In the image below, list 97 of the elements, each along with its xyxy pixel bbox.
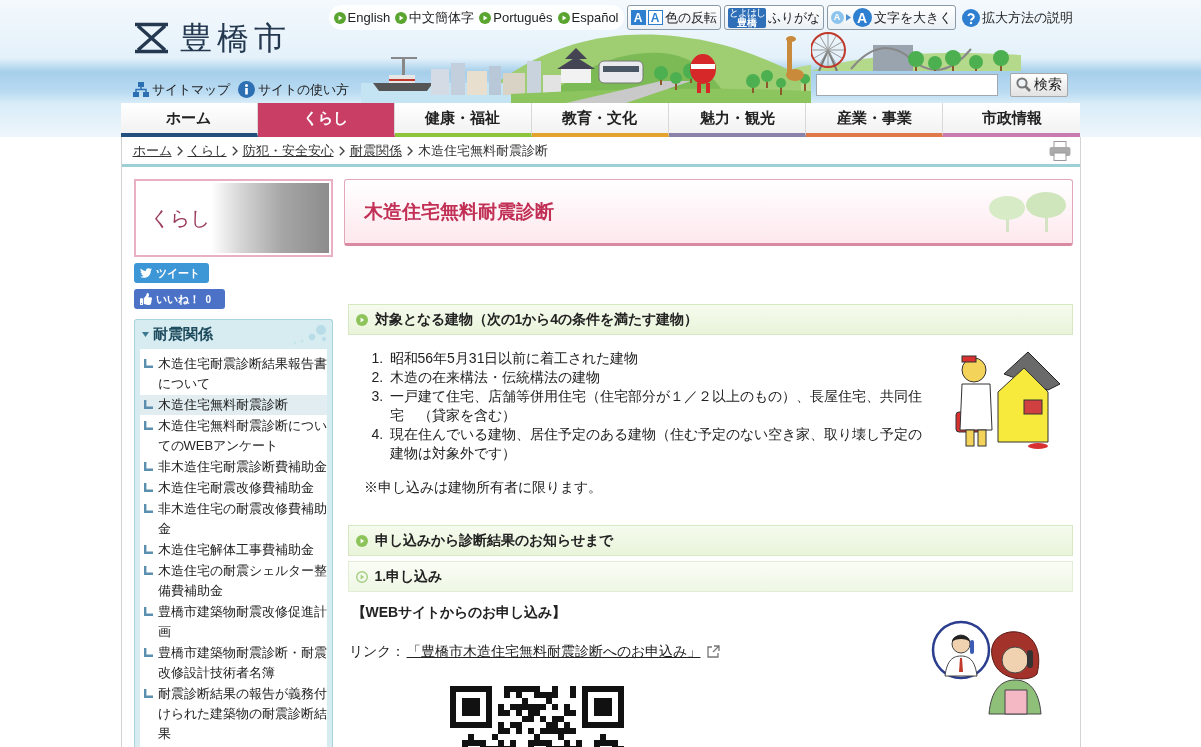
zoom-help-link[interactable]: 拡大方法の説明	[958, 5, 1076, 30]
section-heading: 対象となる建物（次の1から4の条件を満たす建物）	[374, 310, 699, 329]
bubbles-icon	[292, 324, 327, 345]
web-application-label: 【WEBサイトからのお申し込み】	[351, 603, 567, 622]
play-circle-icon	[479, 11, 492, 24]
nav-tab[interactable]: ホーム	[120, 103, 258, 137]
reading-text: とよはし	[728, 7, 765, 18]
corner-icon	[143, 689, 153, 698]
category-banner[interactable]: くらし	[133, 179, 333, 257]
subsection-heading: 1.申し込み	[374, 567, 443, 586]
nav-tab[interactable]: 魅力・観光	[669, 103, 807, 137]
nav-tab[interactable]: くらし	[257, 103, 395, 137]
chevron-right-icon	[231, 145, 238, 156]
chevron-right-icon	[338, 145, 345, 156]
search-icon	[1015, 77, 1031, 92]
search-button[interactable]: 検索	[1009, 72, 1068, 97]
search-field[interactable]	[815, 73, 998, 96]
menu-item[interactable]: 木造住宅耐震改修費補助金	[139, 478, 327, 498]
nav-tab[interactable]: 教育・文化	[531, 103, 670, 137]
menu-item[interactable]: 耐震診断結果の報告が義務付けられた建築物の耐震診断結果	[139, 684, 327, 744]
breadcrumb-link[interactable]: くらし	[187, 141, 227, 160]
menu-item[interactable]: 木造住宅無料耐震診断	[139, 395, 327, 415]
breadcrumb-link[interactable]: 防犯・安全安心	[242, 141, 334, 160]
arrow-right-icon	[845, 14, 851, 21]
language-link[interactable]: Português	[479, 10, 553, 25]
menu-item[interactable]: 非木造住宅耐震診断費補助金	[139, 457, 327, 477]
list-number: 2.	[371, 368, 385, 387]
kanji-text: 豊橋	[736, 17, 757, 28]
info-icon	[237, 81, 255, 98]
menu-item[interactable]: 豊橋市建築物耐震改修促進計画	[139, 602, 327, 642]
list-text: 現在住んでいる建物、居住予定のある建物（住む予定のない空き家、取り壊し予定の建物は対象外です）	[389, 425, 923, 463]
menu-item[interactable]: 木造住宅耐震診断結果報告書について	[139, 354, 327, 394]
external-link-icon	[706, 645, 720, 658]
language-link[interactable]: English	[333, 10, 391, 25]
nav-tab[interactable]: 市政情報	[943, 103, 1081, 137]
corner-icon	[143, 607, 153, 616]
note-text: ※申し込みは建物所有者に限ります。	[363, 478, 603, 497]
play-circle-icon	[395, 11, 408, 24]
list-text: 昭和56年5月31日以前に着工された建物	[389, 349, 640, 368]
corner-icon	[143, 648, 153, 657]
corner-icon	[143, 359, 153, 368]
list-text: 一戸建て住宅、店舗等併用住宅（住宅部分が１／２以上のもの）、長屋住宅、共同住宅 （貸家を含む）	[389, 387, 923, 425]
trees-icon	[987, 191, 1066, 232]
like-button[interactable]: いいね！ 0	[133, 289, 225, 309]
thumbs-up-icon	[139, 293, 152, 305]
list-number: 1.	[371, 349, 385, 368]
corner-icon	[143, 421, 153, 430]
application-link[interactable]: 「豊橋市木造住宅無料耐震診断へのお申込み」	[406, 642, 701, 661]
list-number: 3.	[371, 387, 385, 406]
sitemap-link[interactable]: サイトマップ	[132, 80, 230, 99]
corner-icon	[143, 566, 153, 575]
city-emblem-icon	[132, 22, 170, 54]
arrow-circle-icon	[355, 313, 368, 326]
breadcrumb-link[interactable]: 耐震関係	[349, 141, 402, 160]
corner-icon	[143, 483, 153, 492]
like-count: 0	[205, 293, 212, 305]
menu-item[interactable]: 非木造住宅の耐震改修費補助金	[139, 499, 327, 539]
play-circle-icon	[333, 11, 346, 24]
language-link[interactable]: Español	[557, 10, 619, 25]
menu-item[interactable]: 豊橋市建築物耐震診断・耐震改修設計技術者名簿	[139, 643, 327, 683]
menu-item[interactable]: 木造住宅の耐震シェルター整備費補助金	[139, 561, 327, 601]
nav-tab[interactable]: 産業・事業	[806, 103, 944, 137]
chevron-right-icon	[176, 145, 183, 156]
caret-down-icon	[141, 332, 149, 337]
banner-title: くらし	[148, 205, 211, 231]
help-icon	[961, 8, 980, 27]
breadcrumb-link[interactable]: ホーム	[132, 141, 172, 160]
play-circle-icon	[557, 11, 570, 24]
list-number: 4.	[371, 425, 385, 444]
section-heading: 申し込みから診断結果のお知らせまで	[374, 531, 613, 550]
sitemap-icon	[132, 82, 149, 97]
menu-item[interactable]: 木造住宅無料耐震診断についてのWEBアンケート	[139, 416, 327, 456]
letter-badge: A	[630, 10, 646, 25]
corner-icon	[143, 400, 153, 409]
list-text: 木造の在来構法・伝統構法の建物	[389, 368, 601, 387]
menu-title: 耐震関係	[152, 325, 213, 344]
corner-icon	[143, 462, 153, 471]
letter-badge: A	[852, 8, 872, 27]
link-label: リンク：	[348, 642, 405, 661]
letter-badge: A	[830, 11, 844, 24]
page-title: 木造住宅無料耐震診断	[363, 199, 554, 224]
text-size-button[interactable]: A A 文字を大きく	[826, 5, 956, 30]
bird-icon	[139, 267, 152, 279]
breadcrumb-current: 木造住宅無料耐震診断	[417, 141, 548, 160]
menu-item[interactable]: 木造住宅解体工事費補助金	[139, 540, 327, 560]
corner-icon	[143, 545, 153, 554]
site-guide-link[interactable]: サイトの使い方	[237, 80, 349, 99]
invert-colors-button[interactable]: A A 色の反転	[626, 5, 721, 30]
chevron-right-icon	[406, 145, 413, 156]
print-icon[interactable]	[1048, 140, 1071, 161]
city-logo-text[interactable]: 豊橋市	[179, 22, 291, 54]
arrow-circle-icon	[355, 570, 368, 583]
corner-icon	[143, 504, 153, 513]
letter-badge: A	[647, 10, 663, 25]
nav-tab[interactable]: 健康・福祉	[394, 103, 532, 137]
language-link[interactable]: 中文簡体字	[395, 8, 475, 27]
arrow-circle-icon	[355, 534, 368, 547]
